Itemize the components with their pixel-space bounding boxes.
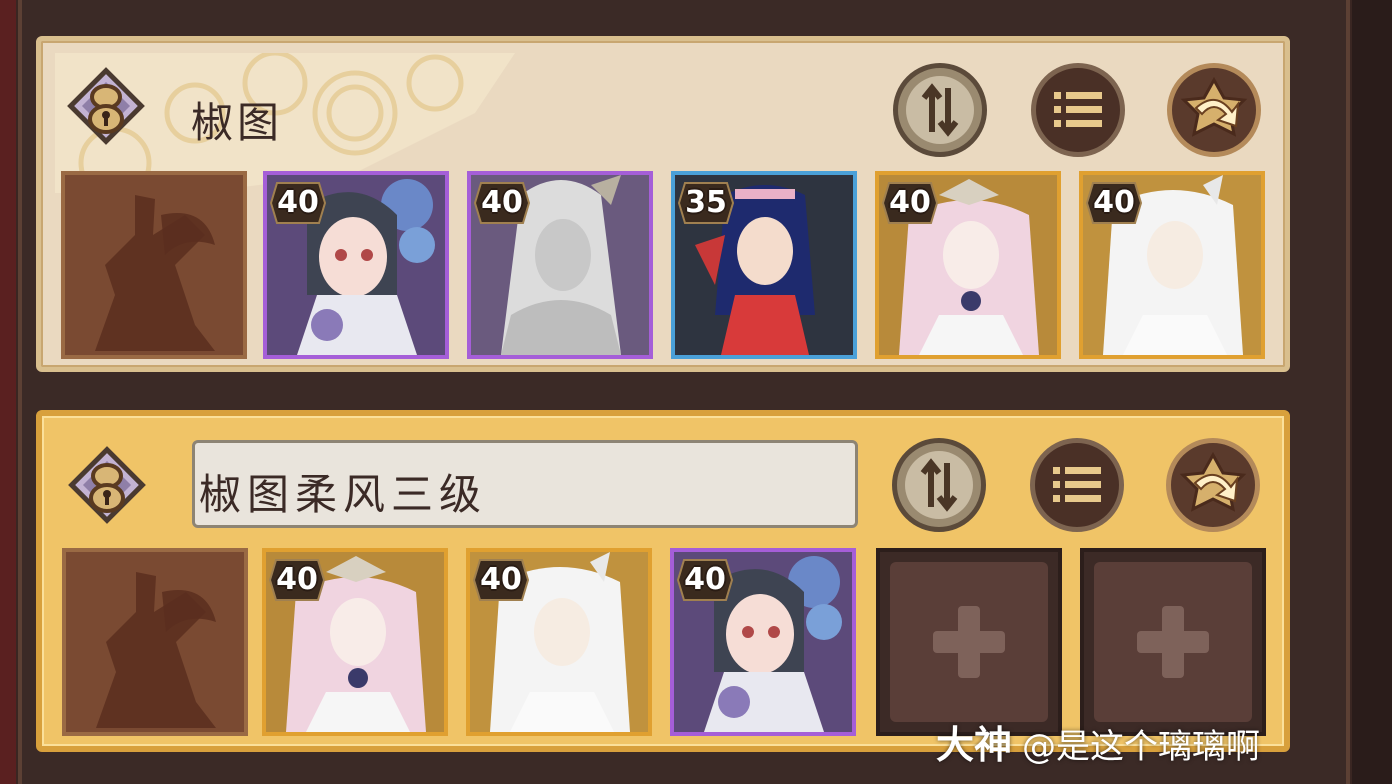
level-label: 40	[889, 185, 931, 220]
swap-icon	[1180, 76, 1248, 137]
shikigami-card[interactable]: 40	[466, 548, 652, 736]
watermark: 大神 @是这个璃璃啊	[936, 714, 1260, 769]
level-label: 40	[481, 185, 523, 220]
shikigami-card[interactable]: 40	[875, 171, 1061, 359]
watermark-handle: @是这个璃璃啊	[1022, 727, 1261, 767]
shikigami-card[interactable]: 40	[1079, 171, 1265, 359]
list-button[interactable]	[1030, 438, 1124, 532]
level-label: 40	[480, 562, 522, 597]
team-panel-2[interactable]: 椒图柔风三级 40 40 40	[36, 410, 1290, 752]
shikigami-card[interactable]: 40	[467, 171, 653, 359]
sort-icon	[906, 76, 974, 144]
level-label: 40	[684, 562, 726, 597]
list-icon	[1053, 467, 1101, 502]
level-label: 35	[685, 185, 727, 220]
background-left	[0, 0, 16, 784]
onmyoji-slot[interactable]	[61, 171, 247, 359]
team-name-input[interactable]: 椒图柔风三级	[192, 440, 858, 528]
team-panel-1[interactable]: 椒图 40 40 35 40 40	[36, 36, 1290, 372]
lock-badge-icon[interactable]	[62, 440, 152, 530]
onmyoji-silhouette-icon	[96, 572, 216, 728]
sort-icon	[905, 451, 973, 519]
lock-badge-icon[interactable]	[61, 61, 151, 151]
swap-button[interactable]	[1166, 438, 1260, 532]
level-label: 40	[277, 185, 319, 220]
watermark-brand: 大神	[936, 723, 1013, 767]
team-name-label: 椒图	[191, 98, 284, 147]
background-right	[1352, 0, 1392, 784]
shikigami-card[interactable]: 40	[670, 548, 856, 736]
swap-icon	[1179, 451, 1247, 512]
onmyoji-slot[interactable]	[62, 548, 248, 736]
level-label: 40	[276, 562, 318, 597]
empty-shikigami-slot[interactable]	[876, 548, 1062, 736]
plus-icon	[933, 606, 1005, 678]
onmyoji-silhouette-icon	[95, 195, 215, 351]
shikigami-card[interactable]: 35	[671, 171, 857, 359]
empty-shikigami-slot[interactable]	[1080, 548, 1266, 736]
plus-icon	[1137, 606, 1209, 678]
sort-button[interactable]	[893, 63, 987, 157]
swap-button[interactable]	[1167, 63, 1261, 157]
list-button[interactable]	[1031, 63, 1125, 157]
level-label: 40	[1093, 185, 1135, 220]
list-icon	[1054, 92, 1102, 127]
shikigami-card[interactable]: 40	[262, 548, 448, 736]
shikigami-card[interactable]: 40	[263, 171, 449, 359]
sort-button[interactable]	[892, 438, 986, 532]
